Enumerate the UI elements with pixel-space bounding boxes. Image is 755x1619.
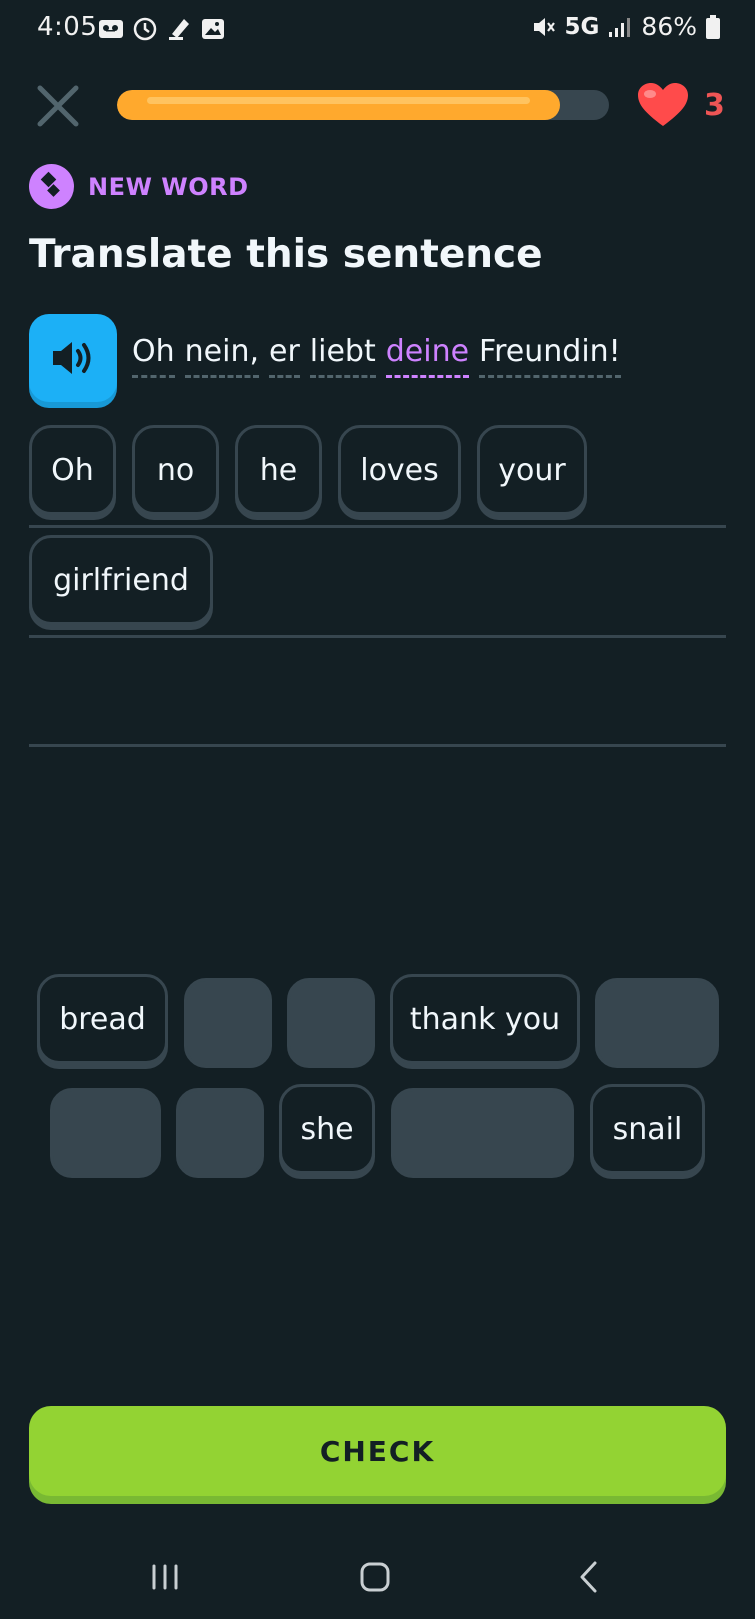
word-bank-slot-empty	[595, 978, 719, 1068]
check-button[interactable]: CHECK	[29, 1406, 726, 1496]
answer-tile[interactable]: girlfriend	[29, 535, 213, 625]
word-bank-tile[interactable]: bread	[37, 974, 168, 1064]
answer-tile[interactable]: he	[235, 425, 322, 515]
prompt-sentence: Oh nein, er liebt deine Freundin!	[132, 334, 621, 378]
sentence-word[interactable]: liebt	[309, 334, 376, 378]
speaker-icon	[53, 342, 91, 374]
word-bank-tile[interactable]: snail	[590, 1084, 705, 1174]
status-bar: 4:05 5G 86%	[0, 0, 755, 58]
answer-line	[29, 635, 726, 638]
word-bank-slot-empty	[184, 978, 272, 1068]
answer-tile[interactable]: no	[132, 425, 219, 515]
duolingo-app-icon	[169, 19, 189, 40]
lesson-progress-bar	[117, 90, 609, 120]
back-icon[interactable]	[565, 1552, 615, 1602]
word-bank-slot-empty	[176, 1088, 264, 1178]
battery-percent: 86%	[641, 12, 697, 41]
word-bank-slot-empty	[50, 1088, 161, 1178]
page-title: Translate this sentence	[29, 232, 543, 277]
new-word-badge: NEW WORD	[29, 164, 249, 209]
answer-line	[29, 525, 726, 528]
new-word-label: NEW WORD	[88, 172, 249, 201]
new-word-icon	[29, 164, 74, 209]
answer-tile[interactable]: loves	[338, 425, 461, 515]
word-bank-tile[interactable]: thank you	[390, 974, 580, 1064]
word-bank-slot-empty	[391, 1088, 574, 1178]
progress-shine	[147, 97, 530, 104]
word-bank-slot-empty	[287, 978, 375, 1068]
battery-icon	[706, 14, 720, 39]
status-time: 4:05	[37, 12, 98, 42]
sentence-word[interactable]: deine	[385, 334, 470, 378]
hearts-counter[interactable]: 3	[636, 82, 725, 128]
sentence-word[interactable]: Freundin!	[479, 334, 621, 378]
status-notification-icons	[98, 16, 226, 42]
sentence-word[interactable]: Oh	[132, 334, 175, 378]
signal-icon	[609, 17, 631, 37]
sentence-word[interactable]: nein,	[184, 334, 259, 378]
answer-tile[interactable]: Oh	[29, 425, 116, 515]
gallery-icon	[202, 19, 224, 39]
mute-icon	[533, 17, 555, 36]
close-icon[interactable]	[34, 82, 82, 130]
hearts-count: 3	[704, 87, 725, 123]
home-icon[interactable]	[350, 1552, 400, 1602]
system-nav-bar	[0, 1540, 755, 1610]
play-audio-button[interactable]	[29, 314, 117, 402]
answer-line	[29, 744, 726, 747]
status-system: 5G 86%	[531, 12, 721, 41]
recent-apps-icon[interactable]	[140, 1552, 190, 1602]
progress-fill	[117, 90, 560, 120]
voicemail-icon	[99, 20, 123, 38]
answer-tile[interactable]: your	[477, 425, 587, 515]
network-type: 5G	[564, 13, 600, 40]
sentence-word[interactable]: er	[269, 334, 300, 378]
alarm-clock-icon	[133, 17, 157, 41]
heart-icon	[638, 83, 688, 126]
word-bank-tile[interactable]: she	[279, 1084, 375, 1174]
